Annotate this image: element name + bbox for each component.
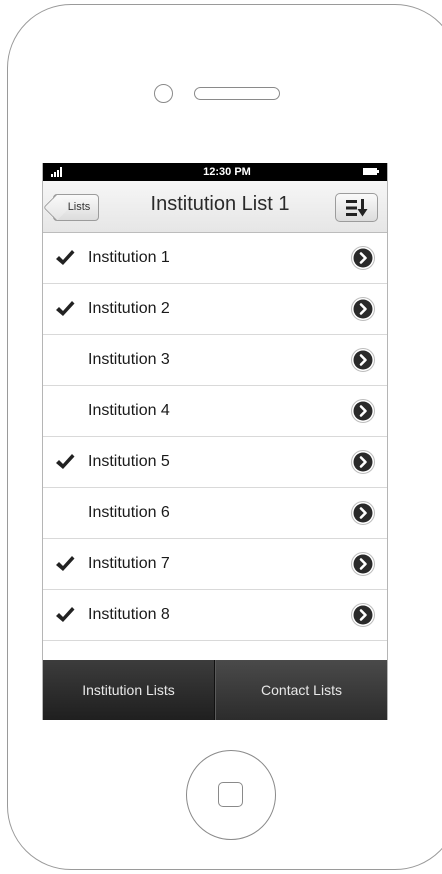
list-item[interactable]: Institution 4 bbox=[43, 386, 387, 437]
sort-button[interactable] bbox=[335, 193, 378, 222]
home-button[interactable] bbox=[186, 750, 276, 840]
list-item[interactable]: Institution 5 bbox=[43, 437, 387, 488]
sort-list-icon bbox=[346, 199, 368, 217]
chevron-right-circle-icon[interactable] bbox=[351, 399, 375, 423]
navigation-bar: Lists Institution List 1 bbox=[43, 181, 387, 233]
institution-list: Institution 1 Institution 2 Institution 3 I… bbox=[43, 233, 387, 641]
list-item[interactable]: Institution 1 bbox=[43, 233, 387, 284]
chevron-right-circle-icon[interactable] bbox=[351, 603, 375, 627]
chevron-right-circle-icon[interactable] bbox=[351, 297, 375, 321]
list-item-label: Institution 1 bbox=[88, 249, 170, 266]
list-item-label: Institution 4 bbox=[88, 402, 170, 419]
checkmark-icon bbox=[56, 607, 75, 622]
chevron-right-circle-icon[interactable] bbox=[351, 450, 375, 474]
status-bar: 12:30 PM bbox=[43, 163, 387, 181]
checkmark-icon bbox=[56, 556, 75, 571]
list-item-label: Institution 8 bbox=[88, 606, 170, 623]
list-item[interactable]: Institution 2 bbox=[43, 284, 387, 335]
speaker-grille-icon bbox=[194, 87, 280, 100]
tab-bar: Institution Lists Contact Lists bbox=[43, 660, 387, 720]
list-item[interactable]: Institution 8 bbox=[43, 590, 387, 641]
checkmark-icon bbox=[56, 454, 75, 469]
tab-contact-lists[interactable]: Contact Lists bbox=[215, 660, 387, 720]
list-item[interactable]: Institution 7 bbox=[43, 539, 387, 590]
list-item[interactable]: Institution 3 bbox=[43, 335, 387, 386]
home-square-icon bbox=[218, 782, 243, 807]
checkmark-icon bbox=[56, 301, 75, 316]
list-item-label: Institution 2 bbox=[88, 300, 170, 317]
chevron-right-circle-icon[interactable] bbox=[351, 501, 375, 525]
checkmark-icon bbox=[56, 250, 75, 265]
front-camera-icon bbox=[154, 84, 173, 103]
list-item-label: Institution 3 bbox=[88, 351, 170, 368]
chevron-right-circle-icon[interactable] bbox=[351, 348, 375, 372]
list-item-label: Institution 5 bbox=[88, 453, 170, 470]
battery-icon bbox=[363, 168, 379, 175]
phone-screen: 12:30 PM Lists Institution List 1 Instit… bbox=[42, 163, 388, 720]
list-item-label: Institution 7 bbox=[88, 555, 170, 572]
list-item[interactable]: Institution 6 bbox=[43, 488, 387, 539]
status-time: 12:30 PM bbox=[203, 166, 251, 178]
list-item-label: Institution 6 bbox=[88, 504, 170, 521]
tab-institution-lists[interactable]: Institution Lists bbox=[43, 660, 215, 720]
chevron-right-circle-icon[interactable] bbox=[351, 552, 375, 576]
chevron-right-circle-icon[interactable] bbox=[351, 246, 375, 270]
